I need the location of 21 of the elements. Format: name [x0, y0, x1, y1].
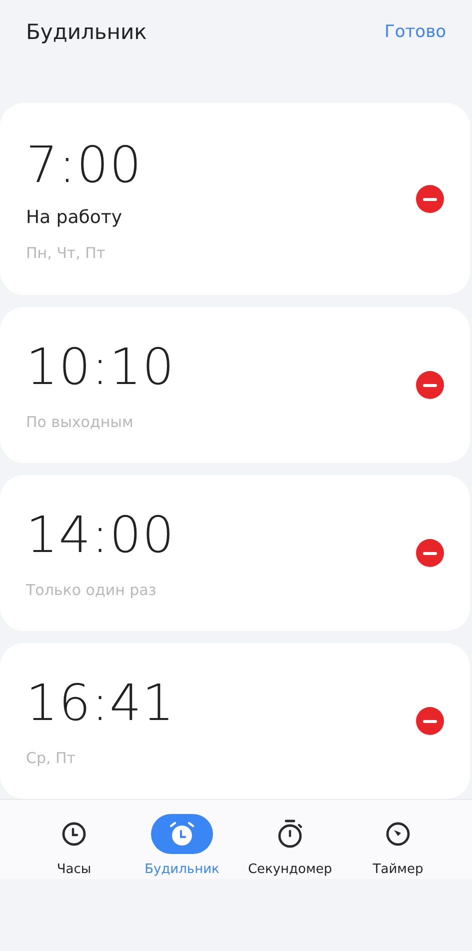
alarm-time: 7:00: [26, 136, 144, 192]
nav-tab[interactable]: Секундомер: [240, 814, 340, 879]
stopwatch-icon: [276, 819, 304, 849]
clock-icon: [61, 821, 87, 847]
delete-button[interactable]: [416, 185, 444, 213]
repeat-days: По выходным: [26, 413, 416, 431]
page-title: Будильник: [26, 20, 147, 44]
delete-button[interactable]: [416, 539, 444, 567]
timer-icon: [385, 821, 411, 847]
alarm-label: На работу: [26, 206, 123, 228]
delete-button[interactable]: [416, 707, 444, 735]
repeat-days: Только один раз: [26, 581, 416, 599]
alarm-clock-icon: [168, 820, 196, 848]
nav-tab[interactable]: Часы: [24, 814, 124, 879]
alarm-time: 10:10: [26, 339, 176, 395]
alarm-time: 14:00: [26, 507, 176, 563]
delete-button[interactable]: [416, 371, 444, 399]
alarm-time: 16:41: [26, 675, 176, 731]
repeat-days: Ср, Пт: [26, 749, 416, 767]
repeat-days: Пн, Чт, Пт: [26, 244, 416, 262]
nav-tab[interactable]: Таймер: [348, 814, 448, 879]
